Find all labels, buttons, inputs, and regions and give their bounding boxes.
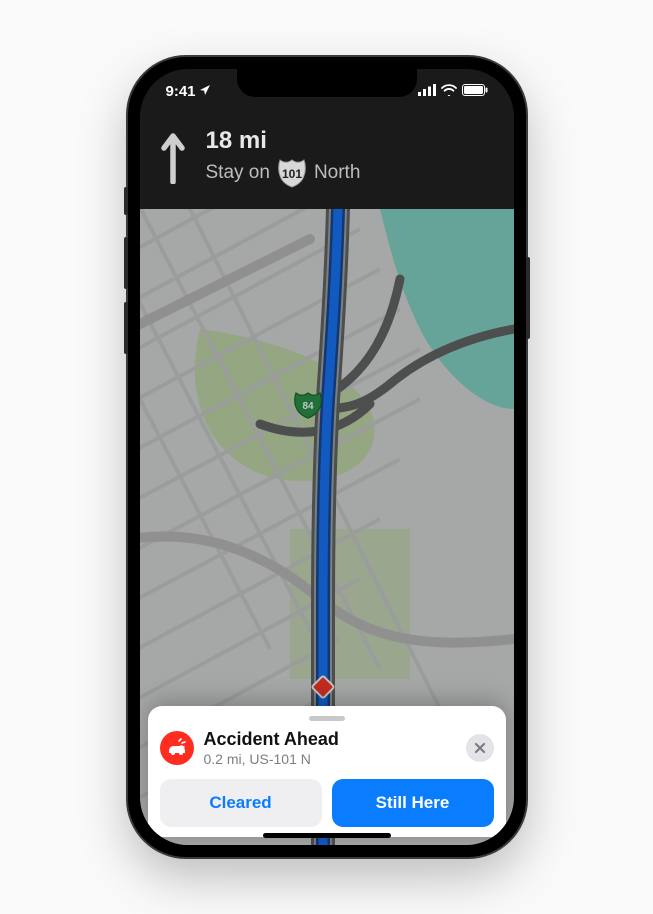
notch (237, 69, 417, 97)
screen: 9:41 (140, 69, 514, 845)
status-time: 9:41 (166, 83, 196, 100)
cleared-button[interactable]: Cleared (160, 779, 322, 827)
route-shield-number: 101 (282, 167, 302, 181)
power-button (526, 257, 530, 339)
close-button[interactable] (466, 734, 494, 762)
straight-arrow-icon (158, 129, 188, 185)
interchange-shield-number: 84 (302, 401, 314, 412)
wifi-icon (441, 83, 457, 100)
location-icon (199, 83, 211, 100)
instruction-prefix: Stay on (206, 162, 270, 184)
mute-switch (124, 187, 128, 215)
home-indicator[interactable] (263, 833, 391, 838)
sheet-grabber[interactable] (309, 716, 345, 721)
accident-icon (160, 731, 194, 765)
incident-card: Accident Ahead 0.2 mi, US-101 N Cleared … (148, 706, 506, 837)
signal-icon (418, 83, 436, 100)
incident-subtitle: 0.2 mi, US-101 N (204, 751, 456, 767)
battery-icon (462, 83, 488, 100)
volume-down-button (124, 302, 128, 354)
incident-title: Accident Ahead (204, 729, 456, 750)
phone-frame: 9:41 (128, 57, 526, 857)
volume-up-button (124, 237, 128, 289)
close-icon (474, 742, 486, 754)
nav-instruction: Stay on 101 North (206, 158, 361, 188)
instruction-suffix: North (314, 162, 360, 184)
highway-shield-icon: 101 (276, 158, 308, 188)
still-here-button[interactable]: Still Here (332, 779, 494, 827)
nav-distance: 18 mi (206, 127, 361, 155)
